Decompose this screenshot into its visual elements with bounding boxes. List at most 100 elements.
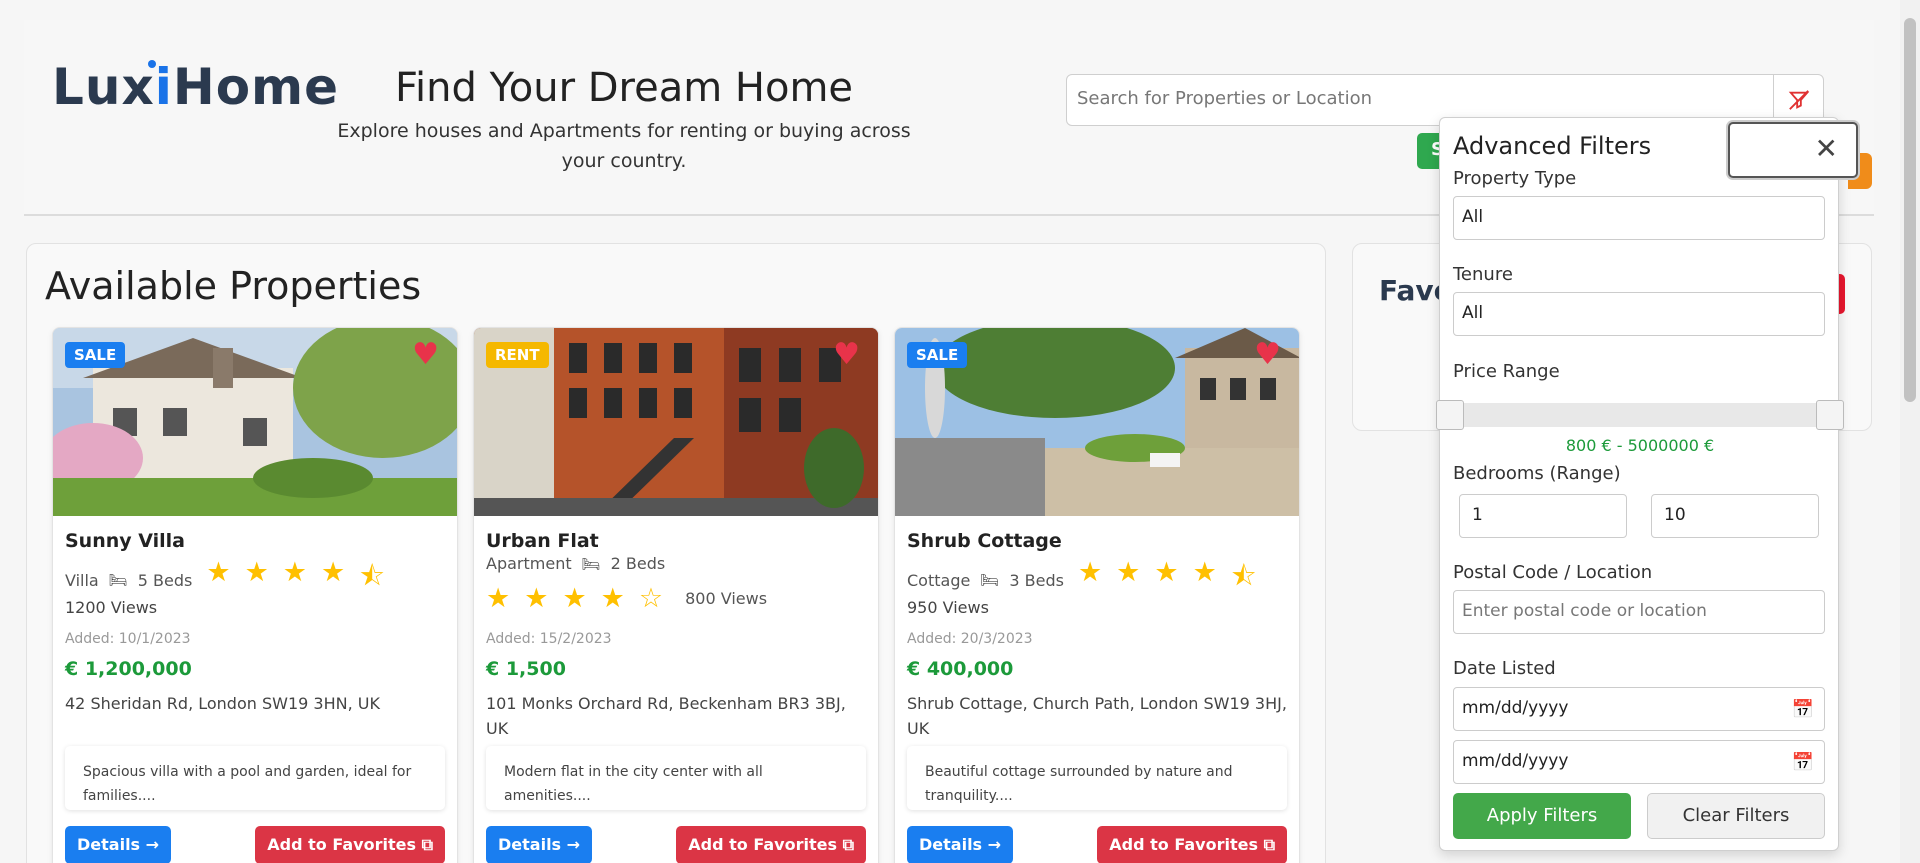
heart-icon[interactable]: ♥ bbox=[412, 340, 439, 370]
star-rating: ★ ★ ★ ★ ☆ bbox=[486, 583, 663, 614]
bedrooms-label: Bedrooms (Range) bbox=[1453, 463, 1621, 484]
add-to-favorites-label: Add to Favorites bbox=[267, 835, 416, 854]
calendar-icon[interactable]: 📅 bbox=[1792, 752, 1814, 773]
property-type-select[interactable]: All bbox=[1453, 196, 1825, 240]
star-icon: ★ bbox=[244, 557, 269, 588]
property-type: Villa bbox=[65, 570, 99, 590]
logo-text-mid: i bbox=[154, 58, 173, 116]
details-button[interactable]: Details → bbox=[907, 826, 1014, 863]
bedrooms-min-input[interactable]: 1 bbox=[1459, 494, 1627, 538]
property-type-label: Property Type bbox=[1453, 168, 1577, 189]
star-rating: ★ ★ ★ ★ ⯪ bbox=[1078, 557, 1256, 603]
scrollbar-thumb[interactable] bbox=[1904, 18, 1916, 402]
tenure-select[interactable]: All bbox=[1453, 292, 1825, 336]
bed-icon: 🛏 bbox=[581, 554, 601, 573]
page-subtitle: Explore houses and Apartments for rentin… bbox=[337, 120, 911, 172]
date-listed-label: Date Listed bbox=[1453, 658, 1556, 679]
details-button[interactable]: Details → bbox=[486, 826, 593, 863]
bed-icon: 🛏 bbox=[108, 571, 128, 589]
property-beds: 3 Beds bbox=[1009, 570, 1064, 590]
date-to-input[interactable]: mm/dd/yyyy 📅 bbox=[1453, 740, 1825, 784]
star-icon: ★ bbox=[562, 583, 587, 614]
bookmark-add-icon: ⧉ bbox=[1263, 835, 1275, 854]
price-range-value: 800 € - 5000000 € bbox=[1565, 436, 1715, 455]
add-to-favorites-label: Add to Favorites bbox=[1109, 835, 1258, 854]
star-icon: ★ bbox=[1077, 557, 1103, 588]
heart-icon[interactable]: ♥ bbox=[1254, 340, 1281, 370]
property-price: € 1,200,000 bbox=[65, 658, 192, 680]
clear-filters-button[interactable]: Clear Filters bbox=[1647, 793, 1825, 839]
date-from-input[interactable]: mm/dd/yyyy 📅 bbox=[1453, 687, 1825, 731]
property-price: € 400,000 bbox=[907, 658, 1014, 680]
star-icon: ★ bbox=[486, 583, 511, 614]
property-card: SALE ♥ Sunny Villa Villa 🛏 5 Beds ★ ★ ★ ★ ⯪ … bbox=[52, 327, 458, 863]
property-added-date: Added: 10/1/2023 bbox=[65, 631, 191, 647]
add-to-favorites-button[interactable]: Add to Favorites ⧉ bbox=[676, 826, 866, 863]
property-description: Spacious villa with a pool and garden, i… bbox=[65, 746, 445, 810]
property-description: Modern flat in the city center with all … bbox=[486, 746, 866, 810]
star-empty-icon: ☆ bbox=[638, 583, 664, 614]
property-rating-row: ★ ★ ★ ★ ☆ 800 Views bbox=[486, 583, 767, 614]
star-icon: ★ bbox=[321, 557, 346, 588]
star-icon: ★ bbox=[1116, 557, 1141, 588]
section-title: Available Properties bbox=[45, 264, 422, 308]
property-address: 101 Monks Orchard Rd, Beckenham BR3 3BJ,… bbox=[486, 694, 846, 738]
star-icon: ★ bbox=[282, 557, 308, 588]
date-from-value: mm/dd/yyyy bbox=[1462, 698, 1569, 718]
apply-filters-button[interactable]: Apply Filters bbox=[1453, 793, 1631, 839]
advanced-filters-panel: Advanced Filters ✕ Property Type All Ten… bbox=[1436, 117, 1858, 851]
bookmark-add-icon: ⧉ bbox=[842, 835, 854, 854]
property-name: Sunny Villa bbox=[65, 530, 185, 552]
postal-code-label: Postal Code / Location bbox=[1453, 562, 1653, 583]
property-views: 950 Views bbox=[907, 598, 989, 617]
property-card: SALE ♥ Shrub Cottage Cottage 🛏 3 Beds ★ ★… bbox=[894, 327, 1300, 863]
sale-badge: SALE bbox=[65, 342, 126, 368]
calendar-icon[interactable]: 📅 bbox=[1792, 699, 1814, 720]
property-beds: 5 Beds bbox=[137, 570, 193, 590]
price-min-handle[interactable] bbox=[1436, 400, 1464, 430]
star-icon: ★ bbox=[1192, 557, 1217, 588]
property-name: Shrub Cottage bbox=[907, 530, 1062, 552]
property-added-date: Added: 20/3/2023 bbox=[907, 631, 1033, 647]
details-button[interactable]: Details → bbox=[65, 826, 172, 863]
property-name: Urban Flat bbox=[486, 530, 599, 552]
close-icon: ✕ bbox=[1814, 132, 1838, 165]
property-description: Beautiful cottage surrounded by nature a… bbox=[907, 746, 1287, 810]
property-meta: Villa 🛏 5 Beds ★ ★ ★ ★ ⯪ bbox=[65, 557, 385, 603]
property-beds: 2 Beds bbox=[610, 554, 666, 573]
price-range-label: Price Range bbox=[1453, 361, 1560, 382]
price-range-track[interactable] bbox=[1450, 403, 1830, 427]
add-to-favorites-label: Add to Favorites bbox=[688, 835, 837, 854]
property-price: € 1,500 bbox=[486, 658, 566, 680]
star-half-icon: ⯪ bbox=[1230, 561, 1257, 592]
bedrooms-max-input[interactable]: 10 bbox=[1651, 494, 1819, 538]
star-icon: ★ bbox=[206, 557, 231, 588]
tenure-label: Tenure bbox=[1453, 264, 1513, 285]
bookmark-add-icon: ⧉ bbox=[421, 835, 433, 854]
logo[interactable]: LuxiHome bbox=[52, 58, 339, 116]
rent-badge: RENT bbox=[486, 342, 549, 368]
property-address: 42 Sheridan Rd, London SW19 3HN, UK bbox=[65, 694, 380, 713]
postal-code-input[interactable]: Enter postal code or location bbox=[1453, 590, 1825, 634]
close-button[interactable]: ✕ bbox=[1728, 122, 1858, 178]
property-card: RENT ♥ Urban Flat Apartment 🛏 2 Beds ★ ★ ★… bbox=[473, 327, 879, 863]
page-scrollbar[interactable] bbox=[1900, 0, 1920, 863]
property-views: 800 Views bbox=[685, 589, 768, 608]
logo-dot bbox=[148, 60, 156, 68]
property-address: Shrub Cottage, Church Path, London SW19 … bbox=[907, 694, 1287, 738]
add-to-favorites-button[interactable]: Add to Favorites ⧉ bbox=[1097, 826, 1287, 863]
star-icon: ★ bbox=[600, 583, 625, 614]
star-icon: ★ bbox=[1154, 557, 1179, 588]
property-views: 1200 Views bbox=[65, 598, 158, 617]
logo-text-left: Lux bbox=[52, 58, 155, 116]
search-input[interactable] bbox=[1077, 88, 1757, 109]
heart-icon[interactable]: ♥ bbox=[833, 340, 860, 370]
property-type: Apartment bbox=[486, 554, 572, 573]
sale-badge: SALE bbox=[907, 342, 968, 368]
add-to-favorites-button[interactable]: Add to Favorites ⧉ bbox=[255, 826, 445, 863]
star-icon: ★ bbox=[524, 583, 549, 614]
filters-title: Advanced Filters bbox=[1453, 132, 1652, 160]
date-to-value: mm/dd/yyyy bbox=[1462, 751, 1569, 771]
property-meta: Cottage 🛏 3 Beds ★ ★ ★ ★ ⯪ bbox=[907, 557, 1256, 603]
price-max-handle[interactable] bbox=[1816, 400, 1844, 430]
